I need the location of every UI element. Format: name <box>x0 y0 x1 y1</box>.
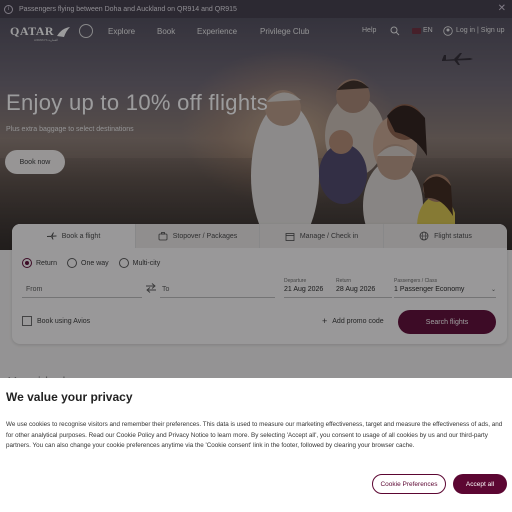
cookie-preferences-button[interactable]: Cookie Preferences <box>372 474 446 494</box>
cookie-title: We value your privacy <box>6 390 133 404</box>
accept-all-button[interactable]: Accept all <box>453 474 507 494</box>
cookie-text: We use cookies to recognise visitors and… <box>6 421 503 449</box>
cookie-banner: We value your privacy We use cookies to … <box>0 378 512 512</box>
